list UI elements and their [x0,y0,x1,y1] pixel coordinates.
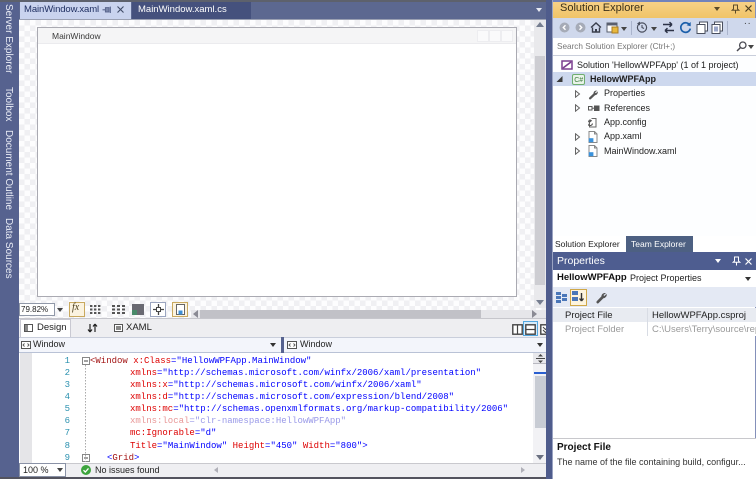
svg-text:C#: C# [574,77,583,84]
